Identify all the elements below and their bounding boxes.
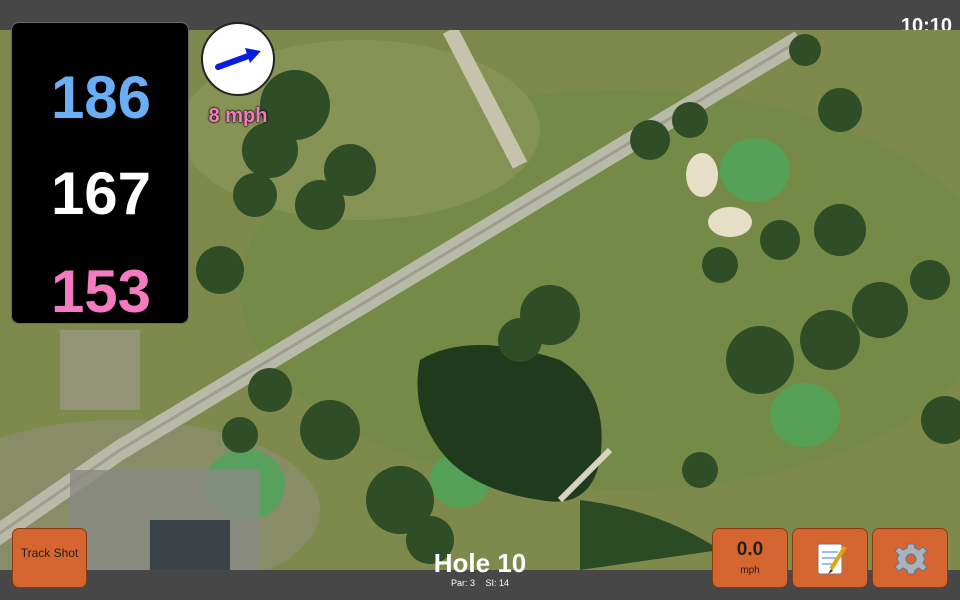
speed-value: 0.0 bbox=[736, 539, 764, 560]
hole-par: Par: 3 bbox=[450, 578, 475, 588]
middle-distance: 167 bbox=[50, 160, 152, 227]
distance-panel: 186 167 153 bbox=[11, 22, 189, 325]
track-shot-label: Track Shot bbox=[20, 546, 79, 560]
settings-button[interactable] bbox=[872, 528, 948, 588]
notes-button[interactable] bbox=[792, 528, 868, 588]
front-distance: 153 bbox=[50, 258, 152, 325]
speed-button[interactable]: 0.0 mph bbox=[712, 528, 788, 588]
gear-icon bbox=[894, 543, 928, 575]
wind-speed: 8 mph bbox=[208, 105, 268, 127]
back-distance: 186 bbox=[50, 64, 152, 131]
speed-unit: mph bbox=[740, 565, 760, 576]
hole-title: Hole 10 bbox=[433, 548, 527, 578]
hole-info: Par: 3 SI: 14 bbox=[380, 578, 580, 588]
wind-arrow-icon bbox=[215, 48, 261, 70]
notepad-icon bbox=[817, 543, 847, 575]
hole-stroke-index: SI: 14 bbox=[485, 578, 510, 588]
track-shot-button[interactable]: Track Shot bbox=[12, 528, 87, 588]
wind-direction-dial bbox=[201, 22, 275, 96]
